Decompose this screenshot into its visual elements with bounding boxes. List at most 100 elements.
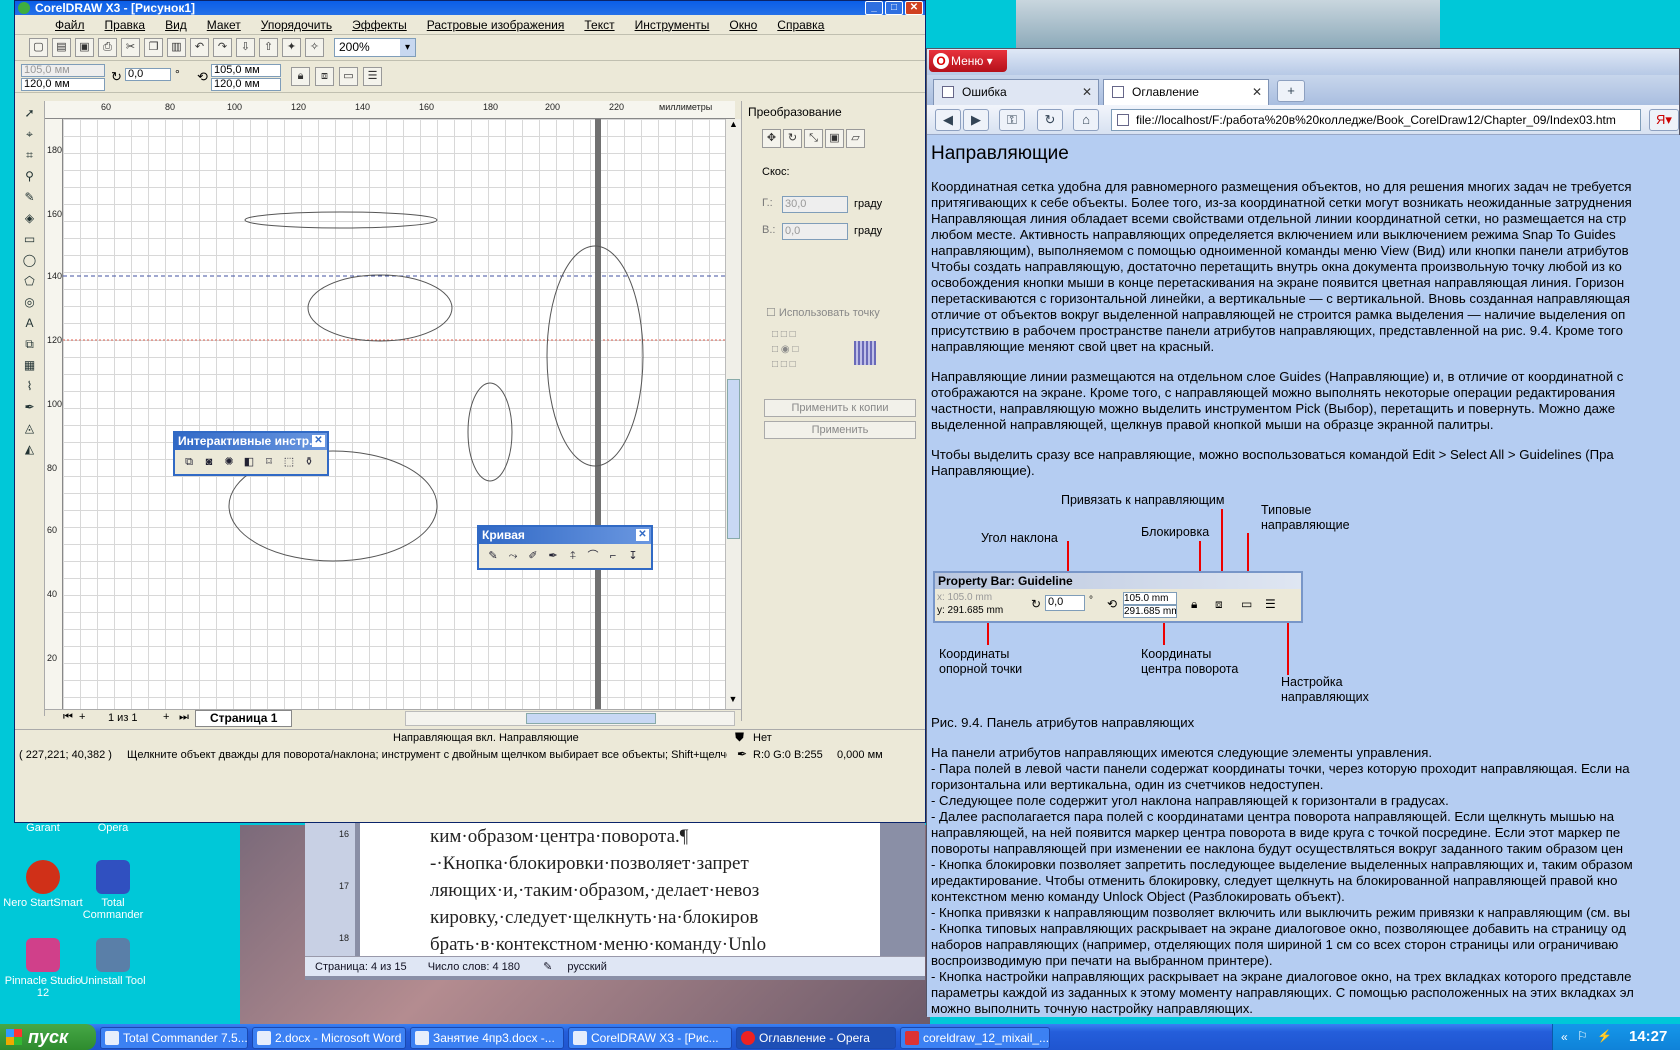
start-button[interactable]: пуск xyxy=(0,1024,96,1050)
apply-to-copy-button[interactable]: Применить к копии xyxy=(764,399,916,417)
redo-icon[interactable]: ↷ xyxy=(213,38,232,57)
cut-icon[interactable]: ✂ xyxy=(121,38,140,57)
vertical-ruler[interactable]: 180 160 140 120 100 80 60 40 20 xyxy=(45,119,63,709)
drawing-canvas[interactable] xyxy=(63,119,725,709)
pick-tool-icon[interactable]: ➚ xyxy=(20,104,40,122)
transparency-tool-icon[interactable]: ⚱ xyxy=(301,454,317,470)
envelope-tool-icon[interactable]: ⌑ xyxy=(261,454,277,470)
tray-arrow-icon[interactable]: « xyxy=(1561,1030,1568,1044)
close-button[interactable]: ✕ xyxy=(905,1,923,15)
size-tab-icon[interactable]: ▣ xyxy=(825,129,844,148)
connector-icon[interactable]: ⌐ xyxy=(605,548,621,564)
close-tab-icon[interactable]: ✕ xyxy=(1252,80,1262,104)
reload-icon[interactable]: ↻ xyxy=(1037,109,1063,131)
horizontal-scrollbar[interactable] xyxy=(405,711,735,726)
tab-contents[interactable]: Оглавление ✕ xyxy=(1103,79,1269,105)
last-page-icon[interactable]: ⏭ xyxy=(179,711,189,724)
guide-y-field[interactable]: 120,0 мм xyxy=(21,78,105,91)
new-tab-icon[interactable]: + xyxy=(1277,80,1305,102)
forward-icon[interactable]: ▶ xyxy=(963,109,989,131)
menu-edit[interactable]: Правка xyxy=(95,18,156,32)
pen-icon[interactable]: ✒ xyxy=(545,548,561,564)
task-word-lesson[interactable]: Занятие 4пр3.docx -... xyxy=(410,1027,564,1049)
menu-view[interactable]: Вид xyxy=(155,18,197,32)
polygon-tool-icon[interactable]: ⬠ xyxy=(20,272,40,290)
ellipse-tool-icon[interactable]: ◯ xyxy=(20,251,40,269)
smart-fill-icon[interactable]: ◈ xyxy=(20,209,40,227)
opera-title-bar[interactable]: O Меню ▾ xyxy=(927,49,1679,75)
clock[interactable]: 14:27 xyxy=(1629,1028,1667,1045)
menu-layout[interactable]: Макет xyxy=(197,18,251,32)
save-icon[interactable]: ▣ xyxy=(75,38,94,57)
use-anchor-checkbox[interactable]: ☐ Использовать точку xyxy=(766,306,880,319)
home-icon[interactable]: ⌂ xyxy=(1073,109,1099,131)
preset-guides-icon[interactable]: ▭ xyxy=(339,67,358,86)
ellipse-object[interactable] xyxy=(307,274,453,342)
word-document-page[interactable]: ким·образом·центра·поворота.¶ -·Кнопка·б… xyxy=(360,823,880,956)
menu-effects[interactable]: Эффекты xyxy=(342,18,417,32)
flyout-title-bar[interactable]: Интерактивные инстр... ✕ xyxy=(175,433,327,450)
guide-settings-icon[interactable]: ☰ xyxy=(363,67,382,86)
copy-icon[interactable]: ❐ xyxy=(144,38,163,57)
launcher-icon[interactable]: ✦ xyxy=(282,38,301,57)
task-word-2docx[interactable]: 2.docx - Microsoft Word xyxy=(252,1027,406,1049)
shape-tool-icon[interactable]: ⌖ xyxy=(20,125,40,143)
key-icon[interactable]: ⚿ xyxy=(999,109,1025,131)
add-page-after-icon[interactable]: + xyxy=(163,711,169,723)
close-icon[interactable]: ✕ xyxy=(312,435,325,447)
polyline-icon[interactable]: ⍏ xyxy=(565,548,581,564)
task-pdf[interactable]: coreldraw_12_mixail_... xyxy=(900,1027,1050,1049)
zoom-select[interactable]: 200% xyxy=(334,38,416,57)
menu-bitmaps[interactable]: Растровые изображения xyxy=(417,18,575,32)
new-icon[interactable]: ▢ xyxy=(29,38,48,57)
desktop-icon-total-commander[interactable]: Total Commander xyxy=(70,860,156,921)
interactive-tools-icon[interactable]: ⧉ xyxy=(20,335,40,353)
position-tab-icon[interactable]: ✥ xyxy=(762,129,781,148)
first-page-icon[interactable]: ⏮ xyxy=(63,711,73,724)
export-icon[interactable]: ⇧ xyxy=(259,38,278,57)
extrude-tool-icon[interactable]: ⬚ xyxy=(281,454,297,470)
crop-tool-icon[interactable]: ⌗ xyxy=(20,146,40,164)
interactive-fill-icon[interactable]: ◭ xyxy=(20,440,40,458)
lock-icon[interactable]: 🔒︎ xyxy=(291,67,310,86)
drop-shadow-icon[interactable]: ◧ xyxy=(241,454,257,470)
menu-file[interactable]: Файл xyxy=(45,18,95,32)
guideline-vertical-selected[interactable] xyxy=(595,119,601,709)
bezier-icon[interactable]: ⤳ xyxy=(505,548,521,564)
ellipse-object[interactable] xyxy=(244,211,438,229)
skew-h-field[interactable]: 30,0 xyxy=(782,196,848,213)
flyout-title-bar[interactable]: Кривая ✕ xyxy=(479,527,651,544)
guide-x-field[interactable]: 105,0 мм xyxy=(21,64,105,77)
vertical-scrollbar[interactable]: ▲ ▼ xyxy=(725,119,741,709)
opera-menu-button[interactable]: O Меню ▾ xyxy=(929,50,1007,72)
address-field[interactable]: file://localhost/F:/работа%20в%20колледж… xyxy=(1111,109,1641,131)
undo-icon[interactable]: ↶ xyxy=(190,38,209,57)
snap-to-guides-icon[interactable]: ⧈ xyxy=(315,67,334,86)
table-tool-icon[interactable]: ▦ xyxy=(20,356,40,374)
zoom-tool-icon[interactable]: ⚲ xyxy=(20,167,40,185)
desktop-icon-opera[interactable]: Opera xyxy=(70,822,156,834)
ellipse-object[interactable] xyxy=(467,382,513,482)
page-tab[interactable]: Страница 1 xyxy=(195,710,293,727)
word-language[interactable]: русский xyxy=(567,961,606,973)
center-x-field[interactable]: 105,0 мм xyxy=(211,64,281,77)
scroll-down-icon[interactable]: ▼ xyxy=(726,694,740,709)
language-icon[interactable]: ⚐ xyxy=(1577,1029,1588,1043)
freehand-icon[interactable]: ✎ xyxy=(485,548,501,564)
text-tool-icon[interactable]: A xyxy=(20,314,40,332)
menu-window[interactable]: Окно xyxy=(719,18,767,32)
angle-field[interactable]: 0,0 xyxy=(125,68,171,81)
tab-error[interactable]: Ошибка ✕ xyxy=(933,79,1099,105)
center-y-field[interactable]: 120,0 мм xyxy=(211,78,281,91)
task-total-commander[interactable]: Total Commander 7.5... xyxy=(100,1027,248,1049)
horizontal-ruler[interactable]: 60 80 100 120 140 160 180 200 220 миллим… xyxy=(45,101,735,119)
outline-tool-icon[interactable]: ✒ xyxy=(20,398,40,416)
blend-tool-icon[interactable]: ⧉ xyxy=(181,454,197,470)
search-engine-icon[interactable]: Я▾ xyxy=(1649,109,1679,131)
close-tab-icon[interactable]: ✕ xyxy=(1082,80,1092,104)
menu-text[interactable]: Текст xyxy=(574,18,624,32)
maximize-button[interactable]: □ xyxy=(885,1,903,15)
menu-arrange[interactable]: Упорядочить xyxy=(251,18,342,32)
antivirus-icon[interactable]: ⚡ xyxy=(1597,1029,1612,1043)
rotate-tab-icon[interactable]: ↻ xyxy=(783,129,802,148)
